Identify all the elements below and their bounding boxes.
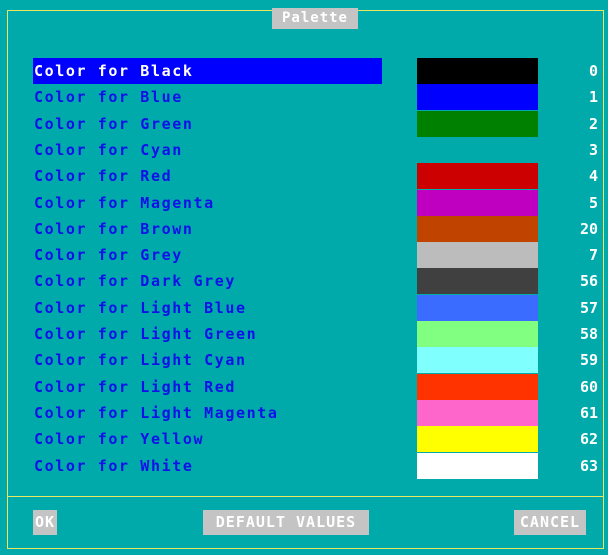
color-row-label[interactable]: Color for Light Cyan xyxy=(33,347,382,373)
color-index-value: 62 xyxy=(579,430,598,449)
color-row-label[interactable]: Color for Cyan xyxy=(33,137,382,163)
default-values-button[interactable]: DEFAULT VALUES xyxy=(203,510,369,535)
color-row-label[interactable]: Color for Light Green xyxy=(33,321,382,347)
color-row-label[interactable]: Color for Light Red xyxy=(33,374,382,400)
color-index-value: 0 xyxy=(588,62,598,80)
cancel-button[interactable]: CANCEL xyxy=(514,510,586,535)
color-index-value: 61 xyxy=(579,403,598,422)
color-swatch[interactable] xyxy=(417,347,538,374)
color-index-value: 60 xyxy=(579,377,598,396)
color-row-label[interactable]: Color for Light Blue xyxy=(33,295,382,321)
color-row[interactable]: Color for Blue 1 xyxy=(0,84,608,111)
color-index-value: 58 xyxy=(579,325,598,343)
color-swatch[interactable] xyxy=(417,242,538,269)
color-index-value: 63 xyxy=(579,456,598,475)
color-row-label[interactable]: Color for Light Magenta xyxy=(33,400,382,426)
color-row-label[interactable]: Color for Red xyxy=(33,163,382,189)
color-row-label[interactable]: Color for Magenta xyxy=(33,190,382,216)
color-swatch[interactable] xyxy=(417,452,538,479)
color-swatch[interactable] xyxy=(417,373,538,400)
color-index-value: 59 xyxy=(579,351,598,370)
color-index-value: 20 xyxy=(579,219,598,238)
color-row[interactable]: Color for Light Blue 57 xyxy=(0,294,608,321)
ok-button[interactable]: OK xyxy=(33,510,57,535)
color-swatch[interactable] xyxy=(417,294,538,321)
color-row-label[interactable]: Color for Dark Grey xyxy=(33,268,382,294)
color-index-value: 2 xyxy=(588,114,598,133)
color-row-label[interactable]: Color for Blue xyxy=(33,84,382,110)
color-swatch[interactable] xyxy=(417,268,538,295)
color-row[interactable]: Color for Light Magenta 61 xyxy=(0,399,608,426)
color-swatch[interactable] xyxy=(417,399,538,426)
color-index-value: 56 xyxy=(579,272,598,291)
color-row[interactable]: Color for Magenta 5 xyxy=(0,189,608,216)
color-row[interactable]: Color for Black 0 xyxy=(0,58,608,84)
color-row-label[interactable]: Color for White xyxy=(33,453,382,479)
color-row-label[interactable]: Color for Grey xyxy=(33,242,382,268)
color-swatch[interactable] xyxy=(417,136,538,163)
color-row-label[interactable]: Color for Green xyxy=(33,111,382,137)
color-swatch[interactable] xyxy=(417,426,538,453)
color-row[interactable]: Color for Brown 20 xyxy=(0,215,608,242)
color-row[interactable]: Color for Cyan 3 xyxy=(0,136,608,163)
color-row-label[interactable]: Color for Yellow xyxy=(33,426,382,452)
color-swatch[interactable] xyxy=(417,84,538,111)
color-row[interactable]: Color for Red 4 xyxy=(0,163,608,190)
color-row-label[interactable]: Color for Brown xyxy=(33,216,382,242)
color-index-value: 5 xyxy=(588,193,598,212)
color-swatch[interactable] xyxy=(417,58,538,84)
color-index-value: 1 xyxy=(588,88,598,107)
button-separator xyxy=(8,496,603,497)
color-row[interactable]: Color for Dark Grey 56 xyxy=(0,268,608,295)
color-index-value: 4 xyxy=(588,167,598,186)
color-row[interactable]: Color for White 63 xyxy=(0,452,608,479)
color-row[interactable]: Color for Light Cyan 59 xyxy=(0,347,608,374)
color-row[interactable]: Color for Light Red 60 xyxy=(0,373,608,400)
color-swatch[interactable] xyxy=(417,163,538,190)
color-index-value: 7 xyxy=(588,246,598,265)
color-row-label[interactable]: Color for Black xyxy=(33,58,382,84)
color-row[interactable]: Color for Light Green 58 xyxy=(0,321,608,347)
color-swatch[interactable] xyxy=(417,215,538,242)
color-swatch[interactable] xyxy=(417,321,538,347)
color-index-value: 57 xyxy=(579,298,598,317)
color-row[interactable]: Color for Grey 7 xyxy=(0,242,608,269)
color-index-value: 3 xyxy=(588,140,598,159)
color-row[interactable]: Color for Green 2 xyxy=(0,110,608,137)
color-row[interactable]: Color for Yellow 62 xyxy=(0,426,608,453)
color-swatch[interactable] xyxy=(417,189,538,216)
dialog-title: Palette xyxy=(272,8,358,29)
color-swatch[interactable] xyxy=(417,110,538,137)
